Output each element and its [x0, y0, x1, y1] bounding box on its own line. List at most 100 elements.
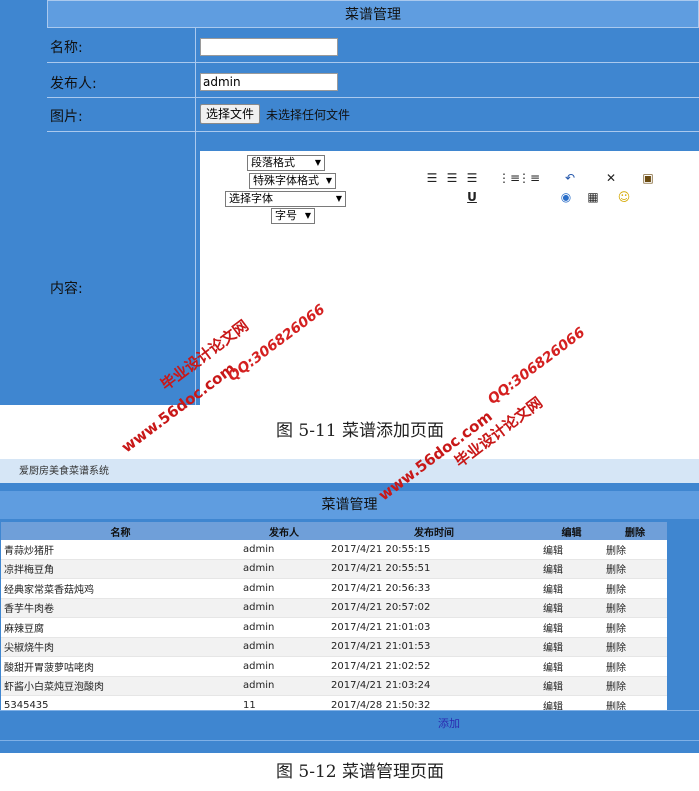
- table-row: 经典家常菜香菇炖鸡 admin 2017/4/21 20:56:33 编辑 删除: [1, 578, 667, 599]
- list-title: 菜谱管理: [0, 491, 699, 519]
- recipe-publisher: admin: [240, 578, 328, 599]
- font-size-select[interactable]: 字号 ▼: [271, 208, 315, 224]
- edit-link[interactable]: 编辑: [540, 540, 603, 560]
- align-left-icon[interactable]: ☰: [424, 171, 440, 185]
- recipe-name: 青蒜炒猪肝: [1, 540, 240, 560]
- table-icon[interactable]: ▦: [585, 190, 601, 204]
- delete-link[interactable]: 删除: [603, 617, 667, 638]
- table-row: 尖椒烧牛肉 admin 2017/4/21 21:01:53 编辑 删除: [1, 637, 667, 657]
- recipe-publisher: admin: [240, 598, 328, 618]
- recipe-publisher: admin: [240, 637, 328, 657]
- rich-text-editor[interactable]: 段落格式 ▼ 特殊字体格式 ▼ 选择字体 ▼ 字号 ▼ ☰ ☰ ☰ ⋮≡ ⋮≡ ↶ ✕ …: [200, 151, 699, 405]
- footer-bar-bottom: [0, 741, 699, 752]
- table-row: 香芋牛肉卷 admin 2017/4/21 20:57:02 编辑 删除: [1, 598, 667, 618]
- file-status-text: 未选择任何文件: [266, 108, 351, 122]
- special-format-select[interactable]: 特殊字体格式 ▼: [249, 173, 336, 189]
- delete-link[interactable]: 删除: [603, 676, 667, 696]
- edit-link[interactable]: 编辑: [540, 676, 603, 696]
- delete-link[interactable]: 删除: [603, 637, 667, 657]
- close-icon[interactable]: ✕: [603, 171, 619, 185]
- name-row: [47, 28, 699, 63]
- image-label: 图片:: [50, 109, 83, 125]
- name-label: 名称:: [50, 40, 83, 56]
- caption-figure-5-11: 图 5-11 菜谱添加页面: [276, 421, 444, 441]
- edit-link[interactable]: 编辑: [540, 656, 603, 677]
- column-header-edit: 编辑: [540, 522, 603, 540]
- edit-link[interactable]: 编辑: [540, 598, 603, 618]
- column-header-publisher: 发布人: [240, 522, 328, 540]
- form-title: 菜谱管理: [47, 0, 699, 28]
- table-row: 青蒜炒猪肝 admin 2017/4/21 20:55:15 编辑 删除: [1, 540, 667, 560]
- table-row: 凉拌梅豆角 admin 2017/4/21 20:55:51 编辑 删除: [1, 559, 667, 579]
- insert-link-icon[interactable]: ◉: [558, 190, 574, 204]
- add-link[interactable]: 添加: [438, 715, 460, 731]
- chevron-down-icon: ▼: [335, 194, 342, 203]
- footer-bar: [0, 733, 699, 741]
- font-size-label: 字号: [275, 209, 297, 222]
- numbered-list-icon[interactable]: ⋮≡: [518, 171, 540, 185]
- table-row: 麻辣豆腐 admin 2017/4/21 21:01:03 编辑 删除: [1, 617, 667, 638]
- recipe-table: 名称 发布人 发布时间 编辑 删除 青蒜炒猪肝 admin 2017/4/21 …: [1, 522, 667, 716]
- recipe-name: 尖椒烧牛肉: [1, 637, 240, 657]
- choose-file-button[interactable]: 选择文件: [200, 104, 260, 124]
- delete-link[interactable]: 删除: [603, 559, 667, 579]
- delete-link[interactable]: 删除: [603, 578, 667, 599]
- recipe-publisher: admin: [240, 559, 328, 579]
- underline-icon[interactable]: U: [464, 190, 480, 204]
- recipe-name: 麻辣豆腐: [1, 617, 240, 638]
- recipe-name: 虾酱小白菜炖豆泡酸肉: [1, 676, 240, 696]
- recipe-publisher: admin: [240, 617, 328, 638]
- recipe-name: 凉拌梅豆角: [1, 559, 240, 579]
- recipe-time: 2017/4/21 21:01:03: [328, 617, 540, 638]
- smiley-icon[interactable]: ☺: [616, 190, 632, 204]
- paragraph-format-select[interactable]: 段落格式 ▼: [247, 155, 325, 171]
- delete-link[interactable]: 删除: [603, 656, 667, 677]
- recipe-time: 2017/4/21 21:01:53: [328, 637, 540, 657]
- table-header-row: 名称 发布人 发布时间 编辑 删除: [1, 522, 667, 540]
- recipe-name: 香芋牛肉卷: [1, 598, 240, 618]
- recipe-publisher: admin: [240, 540, 328, 560]
- table-row: 酸甜开胃菠萝咕咾肉 admin 2017/4/21 21:02:52 编辑 删除: [1, 656, 667, 677]
- paste-icon[interactable]: ▣: [640, 171, 656, 185]
- edit-link[interactable]: 编辑: [540, 637, 603, 657]
- caption-figure-5-12: 图 5-12 菜谱管理页面: [276, 762, 444, 782]
- font-family-label: 选择字体: [229, 192, 273, 205]
- content-label: 内容:: [50, 281, 83, 297]
- chevron-down-icon: ▼: [314, 158, 321, 167]
- site-header-strip: 爱厨房美食菜谱系统: [0, 459, 699, 483]
- table-row: 虾酱小白菜炖豆泡酸肉 admin 2017/4/21 21:03:24 编辑 删…: [1, 676, 667, 696]
- align-right-icon[interactable]: ☰: [464, 171, 480, 185]
- paragraph-format-label: 段落格式: [251, 156, 295, 169]
- chevron-down-icon: ▼: [304, 211, 311, 220]
- recipe-name: 经典家常菜香菇炖鸡: [1, 578, 240, 599]
- editor-toolbar: 段落格式 ▼ 特殊字体格式 ▼ 选择字体 ▼ 字号 ▼ ☰ ☰ ☰ ⋮≡ ⋮≡ ↶ ✕ …: [200, 151, 699, 229]
- column-header-delete: 删除: [603, 522, 667, 540]
- edit-link[interactable]: 编辑: [540, 559, 603, 579]
- edit-link[interactable]: 编辑: [540, 578, 603, 599]
- recipe-time: 2017/4/21 21:03:24: [328, 676, 540, 696]
- chevron-down-icon: ▼: [325, 176, 332, 185]
- special-format-label: 特殊字体格式: [253, 174, 319, 187]
- recipe-name: 酸甜开胃菠萝咕咾肉: [1, 656, 240, 677]
- recipe-publisher: admin: [240, 676, 328, 696]
- font-family-select[interactable]: 选择字体 ▼: [225, 191, 346, 207]
- recipe-time: 2017/4/21 20:55:15: [328, 540, 540, 560]
- column-header-time: 发布时间: [328, 522, 540, 540]
- publisher-row: [47, 63, 699, 98]
- bulleted-list-icon[interactable]: ⋮≡: [498, 171, 520, 185]
- recipe-time: 2017/4/21 20:57:02: [328, 598, 540, 618]
- site-name: 爱厨房美食菜谱系统: [19, 466, 109, 477]
- delete-link[interactable]: 删除: [603, 598, 667, 618]
- publisher-label: 发布人:: [50, 76, 97, 92]
- name-input[interactable]: [200, 38, 338, 56]
- add-row: [0, 710, 699, 734]
- undo-icon[interactable]: ↶: [562, 171, 578, 185]
- align-center-icon[interactable]: ☰: [444, 171, 460, 185]
- publisher-input[interactable]: admin: [200, 73, 338, 91]
- recipe-time: 2017/4/21 21:02:52: [328, 656, 540, 677]
- column-header-name: 名称: [1, 522, 240, 540]
- edit-link[interactable]: 编辑: [540, 617, 603, 638]
- delete-link[interactable]: 删除: [603, 540, 667, 560]
- left-sidebar: [0, 0, 47, 405]
- recipe-time: 2017/4/21 20:55:51: [328, 559, 540, 579]
